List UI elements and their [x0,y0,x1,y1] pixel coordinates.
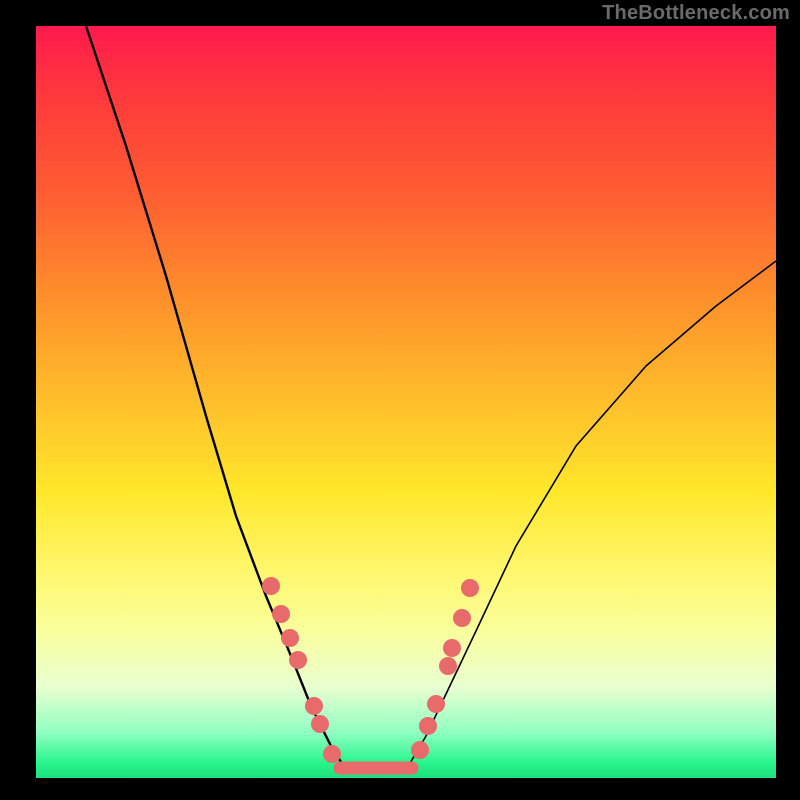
valley-dots-group [262,577,479,763]
watermark-text: TheBottleneck.com [602,2,790,25]
valley-dot [427,695,445,713]
valley-dot [305,697,323,715]
valley-dot [443,639,461,657]
valley-dot [281,629,299,647]
left-branch-line [86,26,346,770]
valley-dot [323,745,341,763]
valley-dot [262,577,280,595]
right-branch-line [406,261,776,770]
valley-dot [453,609,471,627]
valley-dot [411,741,429,759]
valley-dot [311,715,329,733]
plot-area [36,26,776,778]
valley-dot [419,717,437,735]
valley-dot [461,579,479,597]
valley-dot [439,657,457,675]
valley-dot [289,651,307,669]
valley-dot [272,605,290,623]
curve-svg [36,26,776,778]
chart-frame: TheBottleneck.com [0,0,800,800]
